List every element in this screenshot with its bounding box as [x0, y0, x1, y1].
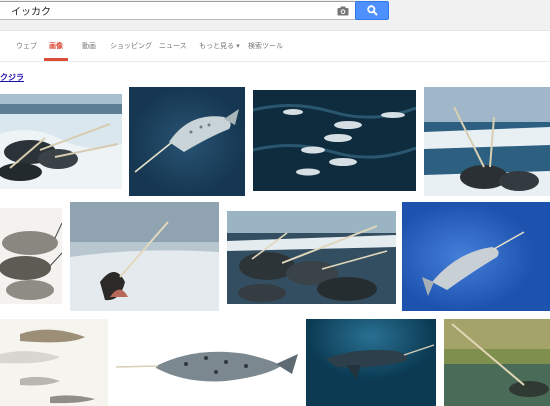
image-result[interactable] [402, 202, 550, 311]
active-tab-indicator [44, 58, 68, 61]
tab-more[interactable]: もっと見る ▾ [199, 41, 240, 51]
tab-images[interactable]: 画像 [49, 41, 63, 51]
search-button[interactable] [355, 1, 389, 20]
tab-videos[interactable]: 動画 [82, 41, 96, 51]
image-result[interactable] [70, 202, 219, 311]
image-result[interactable] [0, 319, 108, 406]
search-box[interactable] [0, 1, 356, 20]
image-result[interactable] [227, 211, 396, 304]
image-result[interactable] [424, 87, 550, 196]
tab-web[interactable]: ウェブ [16, 41, 37, 51]
image-result[interactable] [116, 336, 298, 395]
tab-shopping[interactable]: ショッピング [110, 41, 152, 51]
image-result[interactable] [0, 208, 62, 304]
image-result[interactable] [306, 319, 436, 406]
image-result[interactable] [129, 87, 245, 196]
image-result[interactable] [253, 90, 416, 191]
search-input[interactable] [11, 2, 331, 19]
tab-search-tools[interactable]: 検索ツール [248, 41, 283, 51]
camera-icon[interactable] [337, 6, 349, 16]
related-search-link[interactable]: クジラ [0, 72, 24, 83]
search-header [0, 0, 550, 31]
search-icon [366, 5, 378, 16]
search-tabs: ウェブ 画像 動画 ショッピング ニュース もっと見る ▾ 検索ツール [0, 30, 550, 62]
image-result[interactable] [0, 94, 122, 189]
image-result[interactable] [444, 319, 550, 406]
tab-news[interactable]: ニュース [159, 41, 187, 51]
